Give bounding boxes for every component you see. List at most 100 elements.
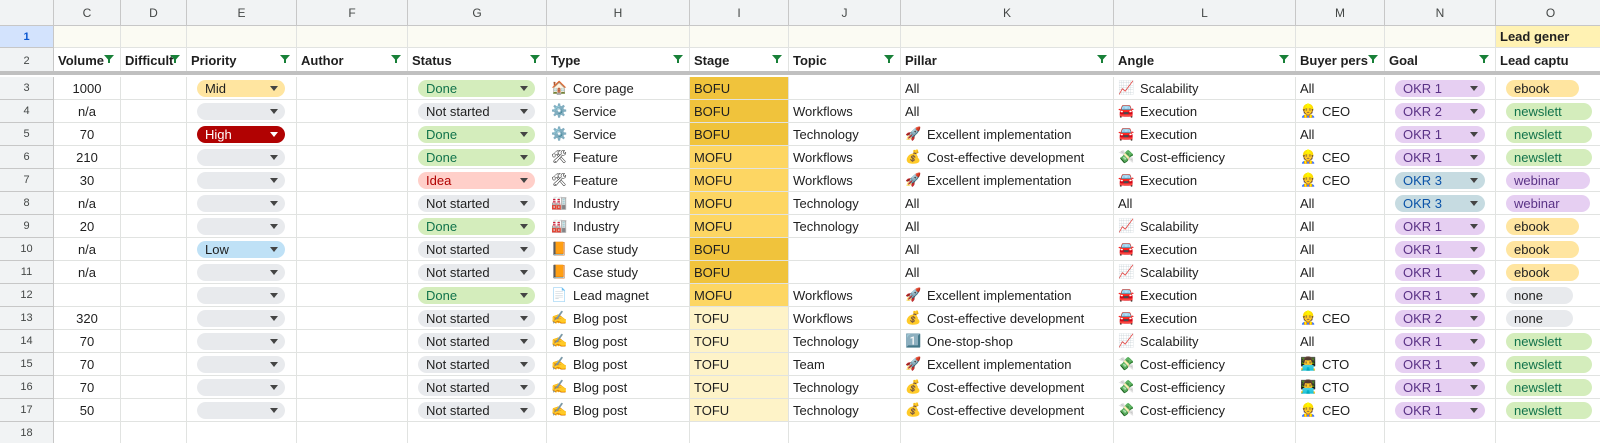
- cell-status[interactable]: Done: [408, 77, 547, 100]
- cell-status[interactable]: Done: [408, 284, 547, 307]
- row-number[interactable]: 4: [0, 100, 54, 123]
- goal-dropdown[interactable]: OKR 1: [1395, 355, 1485, 373]
- status-dropdown[interactable]: Idea: [418, 171, 535, 189]
- cell-angle[interactable]: 💸 Cost-efficiency: [1114, 376, 1296, 399]
- status-dropdown[interactable]: Done: [418, 217, 535, 235]
- row-number[interactable]: 3: [0, 77, 54, 100]
- status-dropdown[interactable]: Not started: [418, 332, 535, 350]
- cell-lead[interactable]: newslett: [1496, 376, 1600, 399]
- select-all-corner[interactable]: [0, 0, 54, 26]
- cell-lead[interactable]: ebook: [1496, 261, 1600, 284]
- goal-dropdown[interactable]: OKR 2: [1395, 309, 1485, 327]
- cell-volume[interactable]: 50: [54, 399, 121, 422]
- cell-type[interactable]: ⚙️ Service: [547, 100, 690, 123]
- priority-dropdown[interactable]: [197, 194, 285, 212]
- cell-angle[interactable]: 🚘 Execution: [1114, 169, 1296, 192]
- cell-angle[interactable]: 🚘 Execution: [1114, 100, 1296, 123]
- lead-capture-chip[interactable]: ebook: [1506, 217, 1580, 235]
- filter-icon[interactable]: [1097, 55, 1107, 63]
- cell-stage[interactable]: MOFU: [690, 284, 789, 307]
- goal-dropdown[interactable]: OKR 1: [1395, 217, 1485, 235]
- priority-dropdown[interactable]: [197, 102, 285, 120]
- cell-empty[interactable]: [297, 422, 408, 443]
- cell-author[interactable]: [297, 77, 408, 100]
- priority-dropdown[interactable]: [197, 263, 285, 281]
- filter-icon[interactable]: [673, 55, 683, 63]
- cell-buyer[interactable]: All: [1296, 330, 1385, 353]
- lead-capture-chip[interactable]: newslett: [1506, 125, 1592, 143]
- cell-difficult[interactable]: [121, 376, 187, 399]
- row-number[interactable]: 6: [0, 146, 54, 169]
- lead-capture-chip[interactable]: newslett: [1506, 401, 1592, 419]
- cell-author[interactable]: [297, 215, 408, 238]
- cell-priority[interactable]: Low: [187, 238, 297, 261]
- cell-buyer[interactable]: All: [1296, 215, 1385, 238]
- cell-type[interactable]: 📙 Case study: [547, 238, 690, 261]
- column-header-o[interactable]: O: [1496, 0, 1600, 26]
- cell-empty[interactable]: [547, 422, 690, 443]
- cell-status[interactable]: Not started: [408, 238, 547, 261]
- cell-author[interactable]: [297, 284, 408, 307]
- priority-dropdown[interactable]: [197, 378, 285, 396]
- cell-pillar[interactable]: 🚀 Excellent implementation: [901, 284, 1114, 307]
- cell-type[interactable]: ✍️ Blog post: [547, 376, 690, 399]
- row-number[interactable]: 11: [0, 261, 54, 284]
- cell-topic[interactable]: Technology: [789, 376, 901, 399]
- cell-stage[interactable]: BOFU: [690, 238, 789, 261]
- cell-volume[interactable]: 70: [54, 376, 121, 399]
- cell-author[interactable]: [297, 169, 408, 192]
- status-dropdown[interactable]: Not started: [418, 309, 535, 327]
- status-dropdown[interactable]: Not started: [418, 401, 535, 419]
- cell-lead[interactable]: newslett: [1496, 399, 1600, 422]
- cell-type[interactable]: 🏭 Industry: [547, 192, 690, 215]
- cell[interactable]: [690, 26, 789, 48]
- column-header-i[interactable]: I: [690, 0, 789, 26]
- cell-goal[interactable]: OKR 1: [1385, 284, 1496, 307]
- cell-lead[interactable]: none: [1496, 284, 1600, 307]
- cell-author[interactable]: [297, 376, 408, 399]
- cell-priority[interactable]: [187, 146, 297, 169]
- cell-empty[interactable]: [1114, 422, 1296, 443]
- cell-status[interactable]: Not started: [408, 399, 547, 422]
- cell-empty[interactable]: [121, 422, 187, 443]
- cell-lead[interactable]: webinar: [1496, 169, 1600, 192]
- goal-dropdown[interactable]: OKR 1: [1395, 378, 1485, 396]
- cell-angle[interactable]: 📈 Scalability: [1114, 330, 1296, 353]
- cell-priority[interactable]: [187, 192, 297, 215]
- cell-angle[interactable]: 📈 Scalability: [1114, 261, 1296, 284]
- cell-volume[interactable]: 70: [54, 123, 121, 146]
- goal-dropdown[interactable]: OKR 1: [1395, 263, 1485, 281]
- priority-dropdown[interactable]: [197, 355, 285, 373]
- column-header-c[interactable]: C: [54, 0, 121, 26]
- status-dropdown[interactable]: Not started: [418, 355, 535, 373]
- cell-type[interactable]: 📙 Case study: [547, 261, 690, 284]
- cell-stage[interactable]: MOFU: [690, 169, 789, 192]
- cell-angle[interactable]: 💸 Cost-efficiency: [1114, 146, 1296, 169]
- cell-angle[interactable]: 🚘 Execution: [1114, 238, 1296, 261]
- cell-author[interactable]: [297, 238, 408, 261]
- goal-dropdown[interactable]: OKR 3: [1395, 194, 1485, 212]
- cell-topic[interactable]: Technology: [789, 330, 901, 353]
- cell[interactable]: [789, 26, 901, 48]
- column-header-j[interactable]: J: [789, 0, 901, 26]
- status-dropdown[interactable]: Done: [418, 148, 535, 166]
- cell-topic[interactable]: Technology: [789, 215, 901, 238]
- cell-stage[interactable]: TOFU: [690, 399, 789, 422]
- cell-author[interactable]: [297, 146, 408, 169]
- cell-author[interactable]: [297, 330, 408, 353]
- column-header-h[interactable]: H: [547, 0, 690, 26]
- cell-lead[interactable]: newslett: [1496, 353, 1600, 376]
- cell-stage[interactable]: BOFU: [690, 77, 789, 100]
- cell-topic[interactable]: Workflows: [789, 284, 901, 307]
- cell-pillar[interactable]: All: [901, 261, 1114, 284]
- cell-empty[interactable]: [54, 422, 121, 443]
- cell-stage[interactable]: MOFU: [690, 146, 789, 169]
- cell-buyer[interactable]: 👷 CEO: [1296, 399, 1385, 422]
- cell-goal[interactable]: OKR 1: [1385, 77, 1496, 100]
- cell-buyer[interactable]: All: [1296, 192, 1385, 215]
- cell-stage[interactable]: BOFU: [690, 100, 789, 123]
- frozen-rows-divider[interactable]: [0, 71, 1600, 75]
- cell-lead[interactable]: none: [1496, 307, 1600, 330]
- lead-capture-chip[interactable]: ebook: [1506, 240, 1580, 258]
- cell-goal[interactable]: OKR 1: [1385, 146, 1496, 169]
